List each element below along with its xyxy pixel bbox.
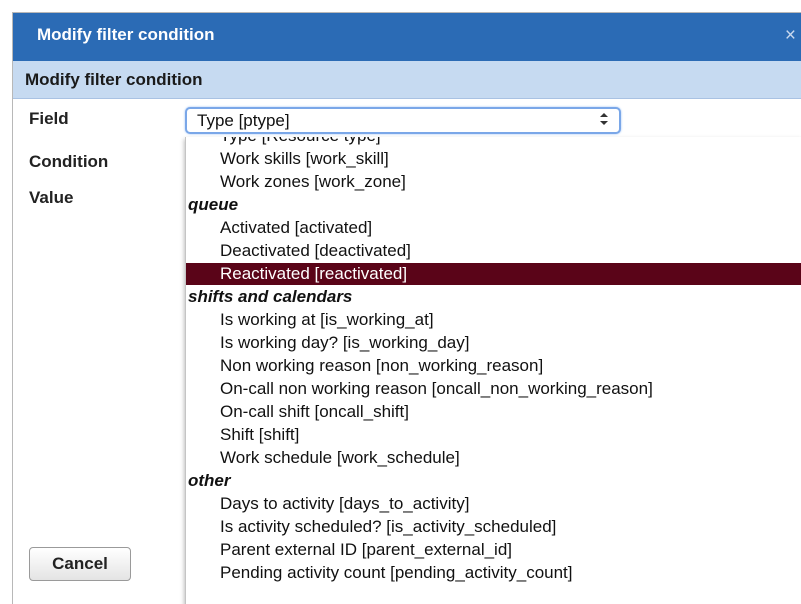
field-label: Field [29, 109, 69, 128]
dropdown-option[interactable]: Work schedule [work_schedule] [186, 447, 801, 469]
dropdown-option[interactable]: Parent external ID [parent_external_id] [186, 539, 801, 561]
condition-label: Condition [29, 152, 109, 171]
close-icon[interactable]: × [785, 26, 796, 46]
dropdown-option[interactable]: Is working day? [is_working_day] [186, 332, 801, 354]
dropdown-option[interactable]: Non working reason [non_working_reason] [186, 355, 801, 377]
dropdown-group-header: other [188, 471, 231, 490]
select-arrows-icon [599, 111, 609, 128]
dropdown-option[interactable]: Type [Resource type] [186, 137, 801, 147]
value-label: Value [29, 188, 74, 207]
subheader-title: Modify filter condition [25, 70, 203, 89]
field-select-value: Type [ptype] [197, 111, 290, 130]
dropdown-group-header: queue [188, 195, 239, 214]
dropdown-option[interactable]: Shift [shift] [186, 424, 801, 446]
dropdown-option[interactable]: Work skills [work_skill] [186, 148, 801, 170]
dialog-titlebar: Modify filter condition × [13, 13, 801, 61]
dropdown-group-header: shifts and calendars [188, 287, 353, 306]
dropdown-option[interactable]: Activated [activated] [186, 217, 801, 239]
field-select[interactable]: Type [ptype] [185, 107, 621, 134]
dropdown-option[interactable]: Work zones [work_zone] [186, 171, 801, 193]
dropdown-option[interactable]: Days to activity [days_to_activity] [186, 493, 801, 515]
dialog-subheader: Modify filter condition [13, 61, 801, 99]
dropdown-option-selected[interactable]: Reactivated [reactivated] [186, 263, 801, 285]
dropdown-option[interactable]: Is working at [is_working_at] [186, 309, 801, 331]
dropdown-option[interactable]: Pending activity count [pending_activity… [186, 562, 801, 584]
dropdown-option[interactable]: On-call non working reason [oncall_non_w… [186, 378, 801, 400]
field-dropdown-list[interactable]: Type [Resource type]Work skills [work_sk… [185, 137, 801, 604]
dropdown-option[interactable]: Is activity scheduled? [is_activity_sche… [186, 516, 801, 538]
cancel-button[interactable]: Cancel [29, 547, 131, 581]
dialog-title: Modify filter condition [37, 25, 215, 44]
modify-filter-dialog: Modify filter condition × Modify filter … [12, 12, 801, 604]
dropdown-option[interactable]: On-call shift [oncall_shift] [186, 401, 801, 423]
dropdown-option[interactable]: Deactivated [deactivated] [186, 240, 801, 262]
